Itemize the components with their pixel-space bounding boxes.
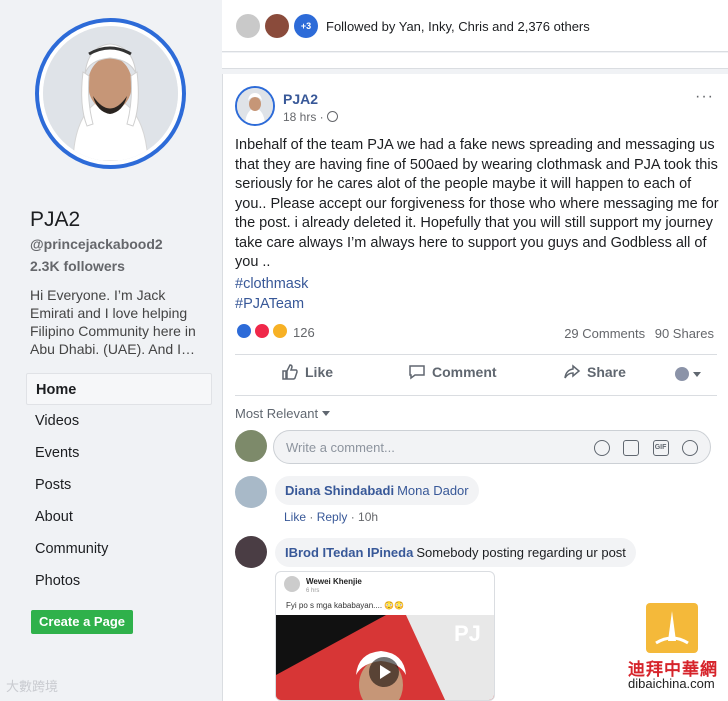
friend-avatar[interactable]	[236, 14, 260, 38]
shared-author-avatar	[284, 576, 300, 592]
thumbs-up-icon	[282, 364, 298, 380]
comments-count-link[interactable]: 29 Comments	[564, 326, 645, 341]
nav-item-events[interactable]: Events	[26, 437, 212, 469]
video-logo: PJ	[454, 621, 481, 646]
shared-post-text: Fyi po s mga kababayan.... 😳😳	[286, 601, 405, 610]
comment-placeholder: Write a comment...	[286, 440, 395, 455]
comment-tools: GIF	[585, 439, 698, 457]
page-nav: Home Videos Events Posts About Community…	[26, 373, 212, 597]
share-button[interactable]: Share	[563, 363, 626, 381]
comment-label: Comment	[432, 364, 497, 380]
comment-reply-link[interactable]: Reply	[317, 510, 348, 524]
chevron-down-icon	[693, 372, 701, 377]
reaction-count: 126	[293, 325, 315, 340]
gif-icon[interactable]: GIF	[652, 439, 669, 456]
comment-author[interactable]: Diana Shindabadi	[285, 483, 394, 498]
divider	[235, 395, 717, 396]
page-about-text: Hi Everyone. I’m Jack Emirati and I love…	[30, 287, 196, 357]
nav-item-posts[interactable]: Posts	[26, 469, 212, 501]
nav-item-about[interactable]: About	[26, 501, 212, 533]
current-user-avatar[interactable]	[235, 430, 267, 462]
followed-by-text[interactable]: Followed by Yan, Inky, Chris and 2,376 o…	[326, 19, 590, 34]
like-button[interactable]: Like	[281, 363, 333, 381]
post-as-selector[interactable]	[675, 366, 701, 382]
comment-bubble: Diana Shindabadi Mona Dador	[275, 476, 479, 505]
love-reaction-icon	[253, 322, 271, 340]
nav-item-photos[interactable]: Photos	[26, 565, 212, 597]
watermark-url: dibaichina.com	[628, 676, 715, 691]
shared-time: 6 hrs	[306, 588, 320, 594]
share-label: Share	[587, 364, 626, 380]
post-timestamp[interactable]: 18 hrs ·	[283, 110, 338, 124]
profile-photo	[43, 26, 178, 161]
post-action-bar: Like Comment Share	[235, 357, 717, 393]
more-options-icon[interactable]: ···	[695, 88, 714, 106]
comment-like-link[interactable]: Like	[284, 510, 306, 524]
post-text: Inbehalf of the team PJA we had a fake n…	[235, 137, 719, 270]
post-stats: 29 Comments 90 Shares	[558, 326, 714, 341]
comment-button[interactable]: Comment	[408, 363, 497, 381]
page-title: PJA2	[30, 208, 81, 231]
post-author-name[interactable]: PJA2	[283, 91, 318, 107]
like-label: Like	[305, 364, 334, 380]
post-hashtags: #clothmask #PJATeam	[235, 275, 308, 314]
shared-author-name: Wewei Khenjie	[306, 577, 362, 586]
watermark-logo	[646, 603, 698, 653]
camera-icon[interactable]	[623, 439, 640, 456]
sticker-icon[interactable]	[682, 439, 698, 456]
hashtag-link[interactable]: #PJATeam	[235, 295, 308, 315]
shares-count-link[interactable]: 90 Shares	[655, 326, 714, 341]
share-icon	[564, 364, 581, 379]
nav-item-home[interactable]: Home	[26, 373, 212, 405]
card-divider	[222, 53, 728, 69]
comment-text: Somebody posting regarding ur post	[416, 545, 626, 560]
nav-item-community[interactable]: Community	[26, 533, 212, 565]
more-friends-badge[interactable]: +3	[294, 14, 318, 38]
comment-bubble: IBrod ITedan IPineda Somebody posting reg…	[275, 538, 636, 567]
post-time-text: 18 hrs ·	[283, 110, 324, 124]
comment-input[interactable]: Write a comment... GIF	[273, 430, 711, 464]
hashtag-link[interactable]: #clothmask	[235, 275, 308, 295]
tagged-user[interactable]: Mona Dador	[397, 483, 469, 498]
shared-video-thumbnail: PJ	[276, 615, 494, 700]
post-author-avatar[interactable]	[235, 86, 275, 126]
divider	[235, 354, 717, 355]
comment-meta: Like · Reply · 10h	[284, 510, 379, 524]
like-reaction-icon	[235, 322, 253, 340]
page-avatar-icon	[675, 367, 689, 381]
commenter-avatar[interactable]	[235, 536, 267, 568]
comment-time[interactable]: 10h	[358, 510, 378, 524]
friend-avatar[interactable]	[265, 14, 289, 38]
chevron-down-icon	[322, 411, 331, 416]
emoji-icon[interactable]	[593, 439, 610, 456]
commenter-avatar[interactable]	[235, 476, 267, 508]
comment-attached-image[interactable]: Wewei Khenjie 6 hrs Fyi po s mga kababay…	[275, 571, 495, 701]
sort-label: Most Relevant	[235, 406, 319, 421]
comment-author[interactable]: IBrod ITedan IPineda	[285, 545, 413, 560]
create-page-button[interactable]: Create a Page	[31, 610, 133, 634]
page-sidebar: PJA2 @princejackabood2 2.3K followers Hi…	[0, 0, 222, 701]
globe-icon	[326, 111, 338, 122]
watermark-text: 大數跨境	[6, 679, 59, 694]
play-icon[interactable]	[369, 657, 399, 687]
nav-item-videos[interactable]: Videos	[26, 405, 212, 437]
comment-sort-dropdown[interactable]: Most Relevant	[235, 406, 331, 421]
profile-picture[interactable]	[35, 18, 186, 169]
comment-icon	[409, 365, 425, 380]
follower-count: 2.3K followers	[30, 258, 125, 274]
care-reaction-icon	[271, 322, 289, 340]
followed-by-bar: +3 Followed by Yan, Inky, Chris and 2,37…	[222, 0, 728, 52]
page-handle[interactable]: @princejackabood2	[30, 236, 163, 252]
